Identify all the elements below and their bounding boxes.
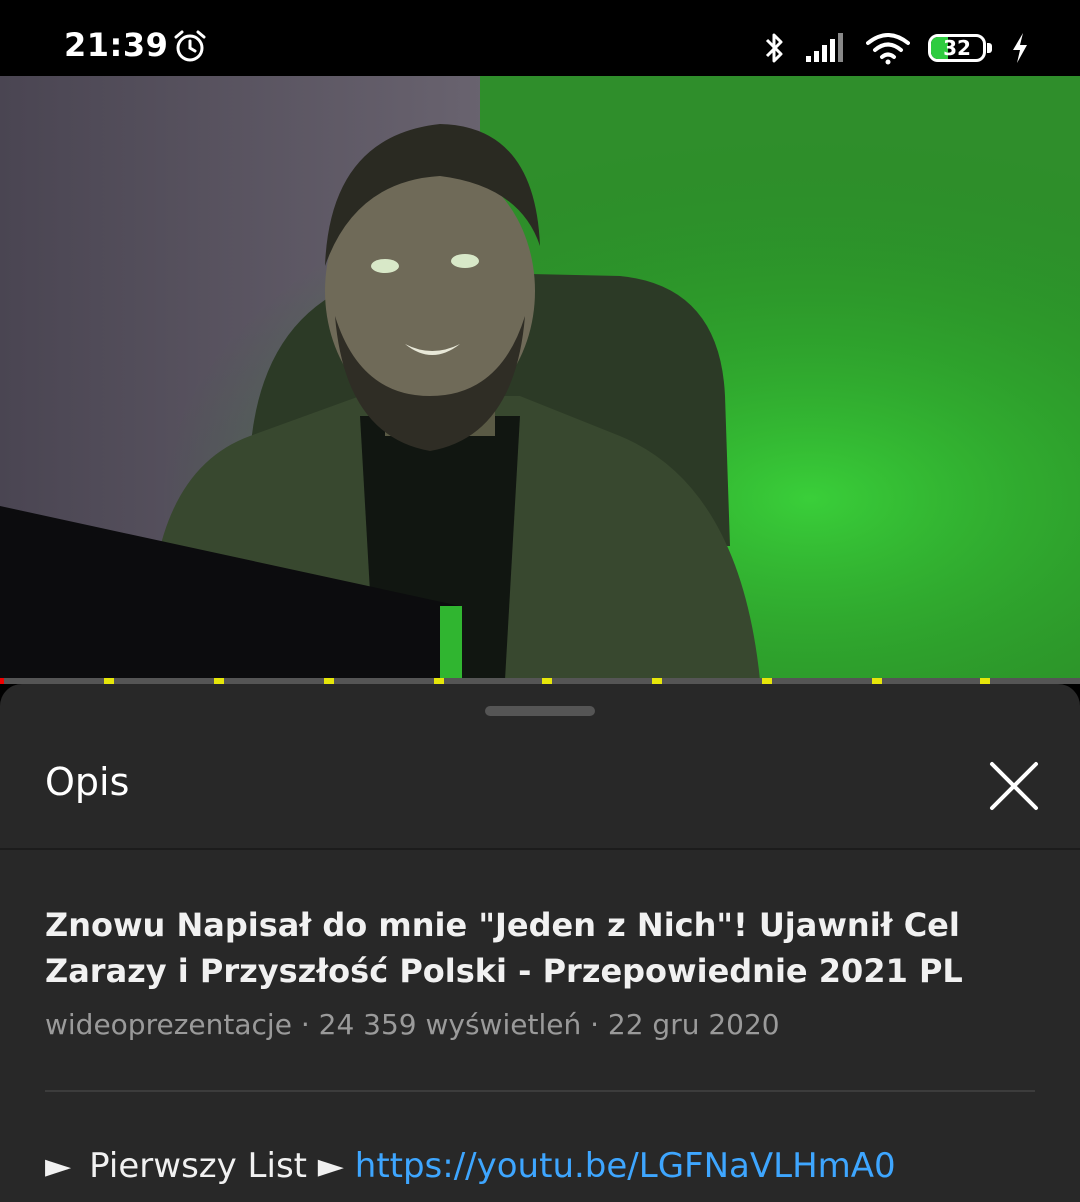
video-meta: wideoprezentacje · 24 359 wyświetleń · 2…: [45, 1008, 780, 1041]
video-player[interactable]: [0, 76, 1080, 680]
status-bar: 21:39 32: [0, 0, 1080, 76]
charging-icon: [1013, 33, 1027, 63]
publish-date: 22 gru 2020: [607, 1008, 780, 1041]
signal-icon: [806, 33, 843, 62]
battery-icon: 32: [928, 34, 992, 62]
status-time: 21:39: [64, 26, 169, 64]
video-frame: [0, 76, 1080, 680]
close-icon[interactable]: [984, 756, 1044, 816]
description-link-line: ► Pierwszy List ► https://youtu.be/LGFNaV…: [45, 1146, 896, 1186]
description-link[interactable]: https://youtu.be/LGFNaVLHmA0: [355, 1146, 896, 1186]
sheet-drag-handle[interactable]: [485, 706, 595, 716]
status-icons: 32: [760, 28, 1030, 68]
arrow-bullet: ►: [45, 1146, 72, 1186]
sheet-title: Opis: [45, 760, 130, 804]
video-title: Znowu Napisał do mnie "Jeden z Nich"! Uj…: [45, 906, 963, 990]
sheet-header: Opis: [0, 730, 1080, 850]
description-sheet: Opis Znowu Napisał do mnie "Jeden z Nich…: [0, 684, 1080, 1202]
meta-separator: ·: [291, 1008, 319, 1041]
divider: [45, 1090, 1035, 1092]
wifi-icon: [866, 33, 910, 65]
view-count: 24 359 wyświetleń: [318, 1008, 582, 1041]
progress-played: [0, 678, 5, 684]
channel-name[interactable]: wideoprezentacje: [45, 1008, 292, 1041]
meta-separator: ·: [581, 1008, 608, 1041]
bluetooth-icon: [765, 33, 783, 63]
battery-level: 32: [943, 36, 971, 60]
link-label: Pierwszy List ►: [89, 1146, 344, 1186]
alarm-icon: [174, 30, 206, 62]
